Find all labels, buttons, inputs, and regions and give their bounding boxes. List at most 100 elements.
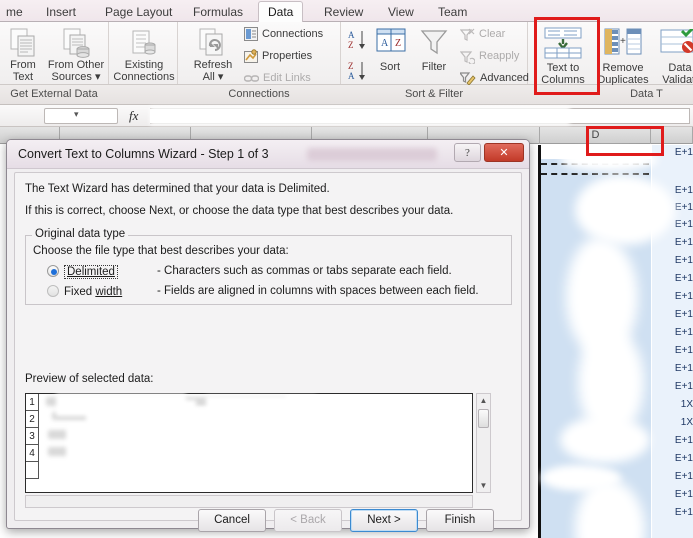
clear-label: Clear bbox=[479, 28, 506, 40]
tab-formulas[interactable]: Formulas bbox=[183, 1, 253, 22]
svg-text:A: A bbox=[348, 71, 355, 81]
from-text-label-line1: From bbox=[10, 59, 36, 71]
marching-ants-border-bottom bbox=[541, 173, 649, 175]
radio-fixed-width[interactable]: Fixed width bbox=[47, 285, 122, 298]
properties-label: Properties bbox=[262, 50, 313, 62]
redaction-smudge bbox=[560, 149, 658, 171]
data-validation-label-line1: Data bbox=[668, 62, 692, 74]
ribbon-group-labels: Get External Data Connections Sort & Fil… bbox=[0, 85, 693, 105]
chevron-down-icon[interactable]: ▾ bbox=[74, 109, 79, 120]
svg-text:Z: Z bbox=[348, 61, 354, 71]
data-validation-icon bbox=[660, 26, 693, 61]
original-data-type-title: Original data type bbox=[32, 228, 129, 240]
refresh-icon bbox=[199, 28, 227, 62]
column-header-e[interactable] bbox=[652, 127, 693, 144]
radio-fixed-width-indicator[interactable] bbox=[47, 285, 59, 297]
tab-view[interactable]: View bbox=[378, 1, 424, 22]
scroll-down-arrow-icon[interactable]: ▼ bbox=[477, 479, 490, 492]
svg-text:Z: Z bbox=[395, 38, 401, 49]
next-button[interactable]: Next > bbox=[350, 509, 418, 532]
preview-row-number bbox=[26, 462, 39, 479]
radio-fixed-width-description: - Fields are aligned in columns with spa… bbox=[157, 285, 479, 297]
insert-function-button[interactable]: fx bbox=[128, 107, 144, 126]
group-label-get-external-data: Get External Data bbox=[10, 88, 98, 100]
dialog-title-bar[interactable]: Convert Text to Columns Wizard - Step 1 … bbox=[7, 140, 529, 169]
preview-row-number: 1 bbox=[26, 394, 39, 411]
text-to-columns-icon bbox=[544, 27, 582, 63]
text-to-columns-label-line1: Text to bbox=[546, 62, 580, 74]
sort-dialog-icon: A Z bbox=[376, 26, 406, 60]
sort-label: Sort bbox=[379, 61, 401, 73]
close-button[interactable]: ✕ bbox=[484, 143, 524, 162]
from-text-label-line2: Text bbox=[12, 71, 34, 83]
existing-connections-label-line1: Existing bbox=[124, 59, 164, 71]
group-label-data-tools: Data T bbox=[630, 88, 663, 100]
from-text-icon bbox=[10, 28, 37, 62]
from-other-sources-icon bbox=[63, 28, 91, 62]
choose-file-type-prompt: Choose the file type that best describes… bbox=[33, 245, 289, 257]
preview-redaction-smudge bbox=[206, 396, 316, 422]
tab-home[interactable]: me bbox=[0, 1, 33, 22]
dialog-body: The Text Wizard has determined that your… bbox=[14, 172, 522, 532]
name-box[interactable] bbox=[44, 108, 118, 124]
tab-insert[interactable]: Insert bbox=[36, 1, 86, 22]
column-header-d[interactable]: D bbox=[541, 127, 651, 144]
help-button[interactable]: ? bbox=[454, 143, 481, 162]
reapply-icon bbox=[459, 50, 476, 67]
from-other-sources-label-line2: Sources ▾ bbox=[51, 71, 101, 83]
wizard-message-line-2: If this is correct, choose Next, or choo… bbox=[25, 205, 454, 217]
ribbon: From Text From Other Sources ▾ Existing … bbox=[0, 22, 693, 86]
sort-ascending-button[interactable]: A Z bbox=[346, 28, 368, 55]
redaction-smudge bbox=[575, 175, 675, 245]
clear-filter-button[interactable]: Clear bbox=[459, 28, 506, 41]
preview-pane[interactable]: 1 2 3 4 bbox=[25, 393, 473, 493]
svg-text:Z: Z bbox=[348, 40, 354, 50]
finish-button[interactable]: Finish bbox=[426, 509, 494, 532]
filter-funnel-icon bbox=[420, 28, 448, 60]
advanced-filter-button[interactable]: Advanced bbox=[458, 72, 529, 86]
clear-filter-icon bbox=[459, 28, 475, 45]
refresh-all-label-line1: Refresh bbox=[193, 59, 233, 71]
sort-descending-button[interactable]: Z A bbox=[346, 59, 368, 86]
from-other-sources-label-line1: From Other bbox=[47, 59, 105, 71]
edit-links-button[interactable]: Edit Links bbox=[243, 72, 311, 84]
preview-label: Preview of selected data: bbox=[25, 373, 154, 385]
tab-page-layout[interactable]: Page Layout bbox=[95, 1, 182, 22]
tab-review[interactable]: Review bbox=[314, 1, 373, 22]
refresh-all-label-line2: All ▾ bbox=[202, 71, 224, 83]
dialog-title: Convert Text to Columns Wizard - Step 1 … bbox=[18, 147, 269, 161]
properties-icon bbox=[244, 49, 258, 66]
connections-button[interactable]: Connections bbox=[244, 27, 323, 41]
chevron-down-icon: ▾ bbox=[217, 71, 224, 83]
preview-row-number: 2 bbox=[26, 411, 39, 428]
convert-text-to-columns-wizard-dialog[interactable]: Convert Text to Columns Wizard - Step 1 … bbox=[6, 139, 530, 532]
ribbon-tab-strip: me Insert Page Layout Formulas Data Revi… bbox=[0, 0, 693, 22]
radio-delimited-label: Delimited bbox=[67, 266, 115, 278]
scroll-up-arrow-icon[interactable]: ▲ bbox=[477, 394, 490, 407]
group-label-sort-filter: Sort & Filter bbox=[404, 88, 464, 100]
group-label-connections: Connections bbox=[228, 88, 290, 100]
back-button[interactable]: < Back bbox=[274, 509, 342, 532]
formula-bar-row: ▾ fx bbox=[0, 105, 693, 127]
properties-button[interactable]: Properties bbox=[244, 49, 313, 63]
scrollbar-thumb[interactable] bbox=[478, 409, 489, 428]
svg-text:A: A bbox=[348, 30, 355, 40]
wizard-message-line-1: The Text Wizard has determined that your… bbox=[25, 183, 330, 195]
preview-horizontal-scrollbar[interactable] bbox=[25, 495, 473, 508]
radio-fixed-width-label: Fixed width bbox=[64, 286, 123, 298]
advanced-label: Advanced bbox=[480, 72, 529, 84]
chevron-down-icon: ▾ bbox=[94, 71, 101, 83]
preview-vertical-scrollbar[interactable]: ▲ ▼ bbox=[476, 393, 491, 493]
preview-row-number: 4 bbox=[26, 445, 39, 462]
reapply-filter-button[interactable]: Reapply bbox=[459, 50, 519, 65]
existing-connections-label-line2: Connections bbox=[113, 71, 175, 83]
edit-links-label: Edit Links bbox=[263, 72, 311, 84]
preview-row-number: 3 bbox=[26, 428, 39, 445]
remove-duplicates-icon: + bbox=[604, 28, 642, 62]
remove-duplicates-label-line1: Remove bbox=[602, 62, 644, 74]
radio-delimited[interactable]: Delimited bbox=[47, 265, 118, 279]
cancel-button[interactable]: Cancel bbox=[198, 509, 266, 532]
radio-delimited-indicator[interactable] bbox=[47, 265, 59, 277]
tab-data[interactable]: Data bbox=[258, 1, 304, 22]
tab-team[interactable]: Team bbox=[428, 1, 477, 22]
